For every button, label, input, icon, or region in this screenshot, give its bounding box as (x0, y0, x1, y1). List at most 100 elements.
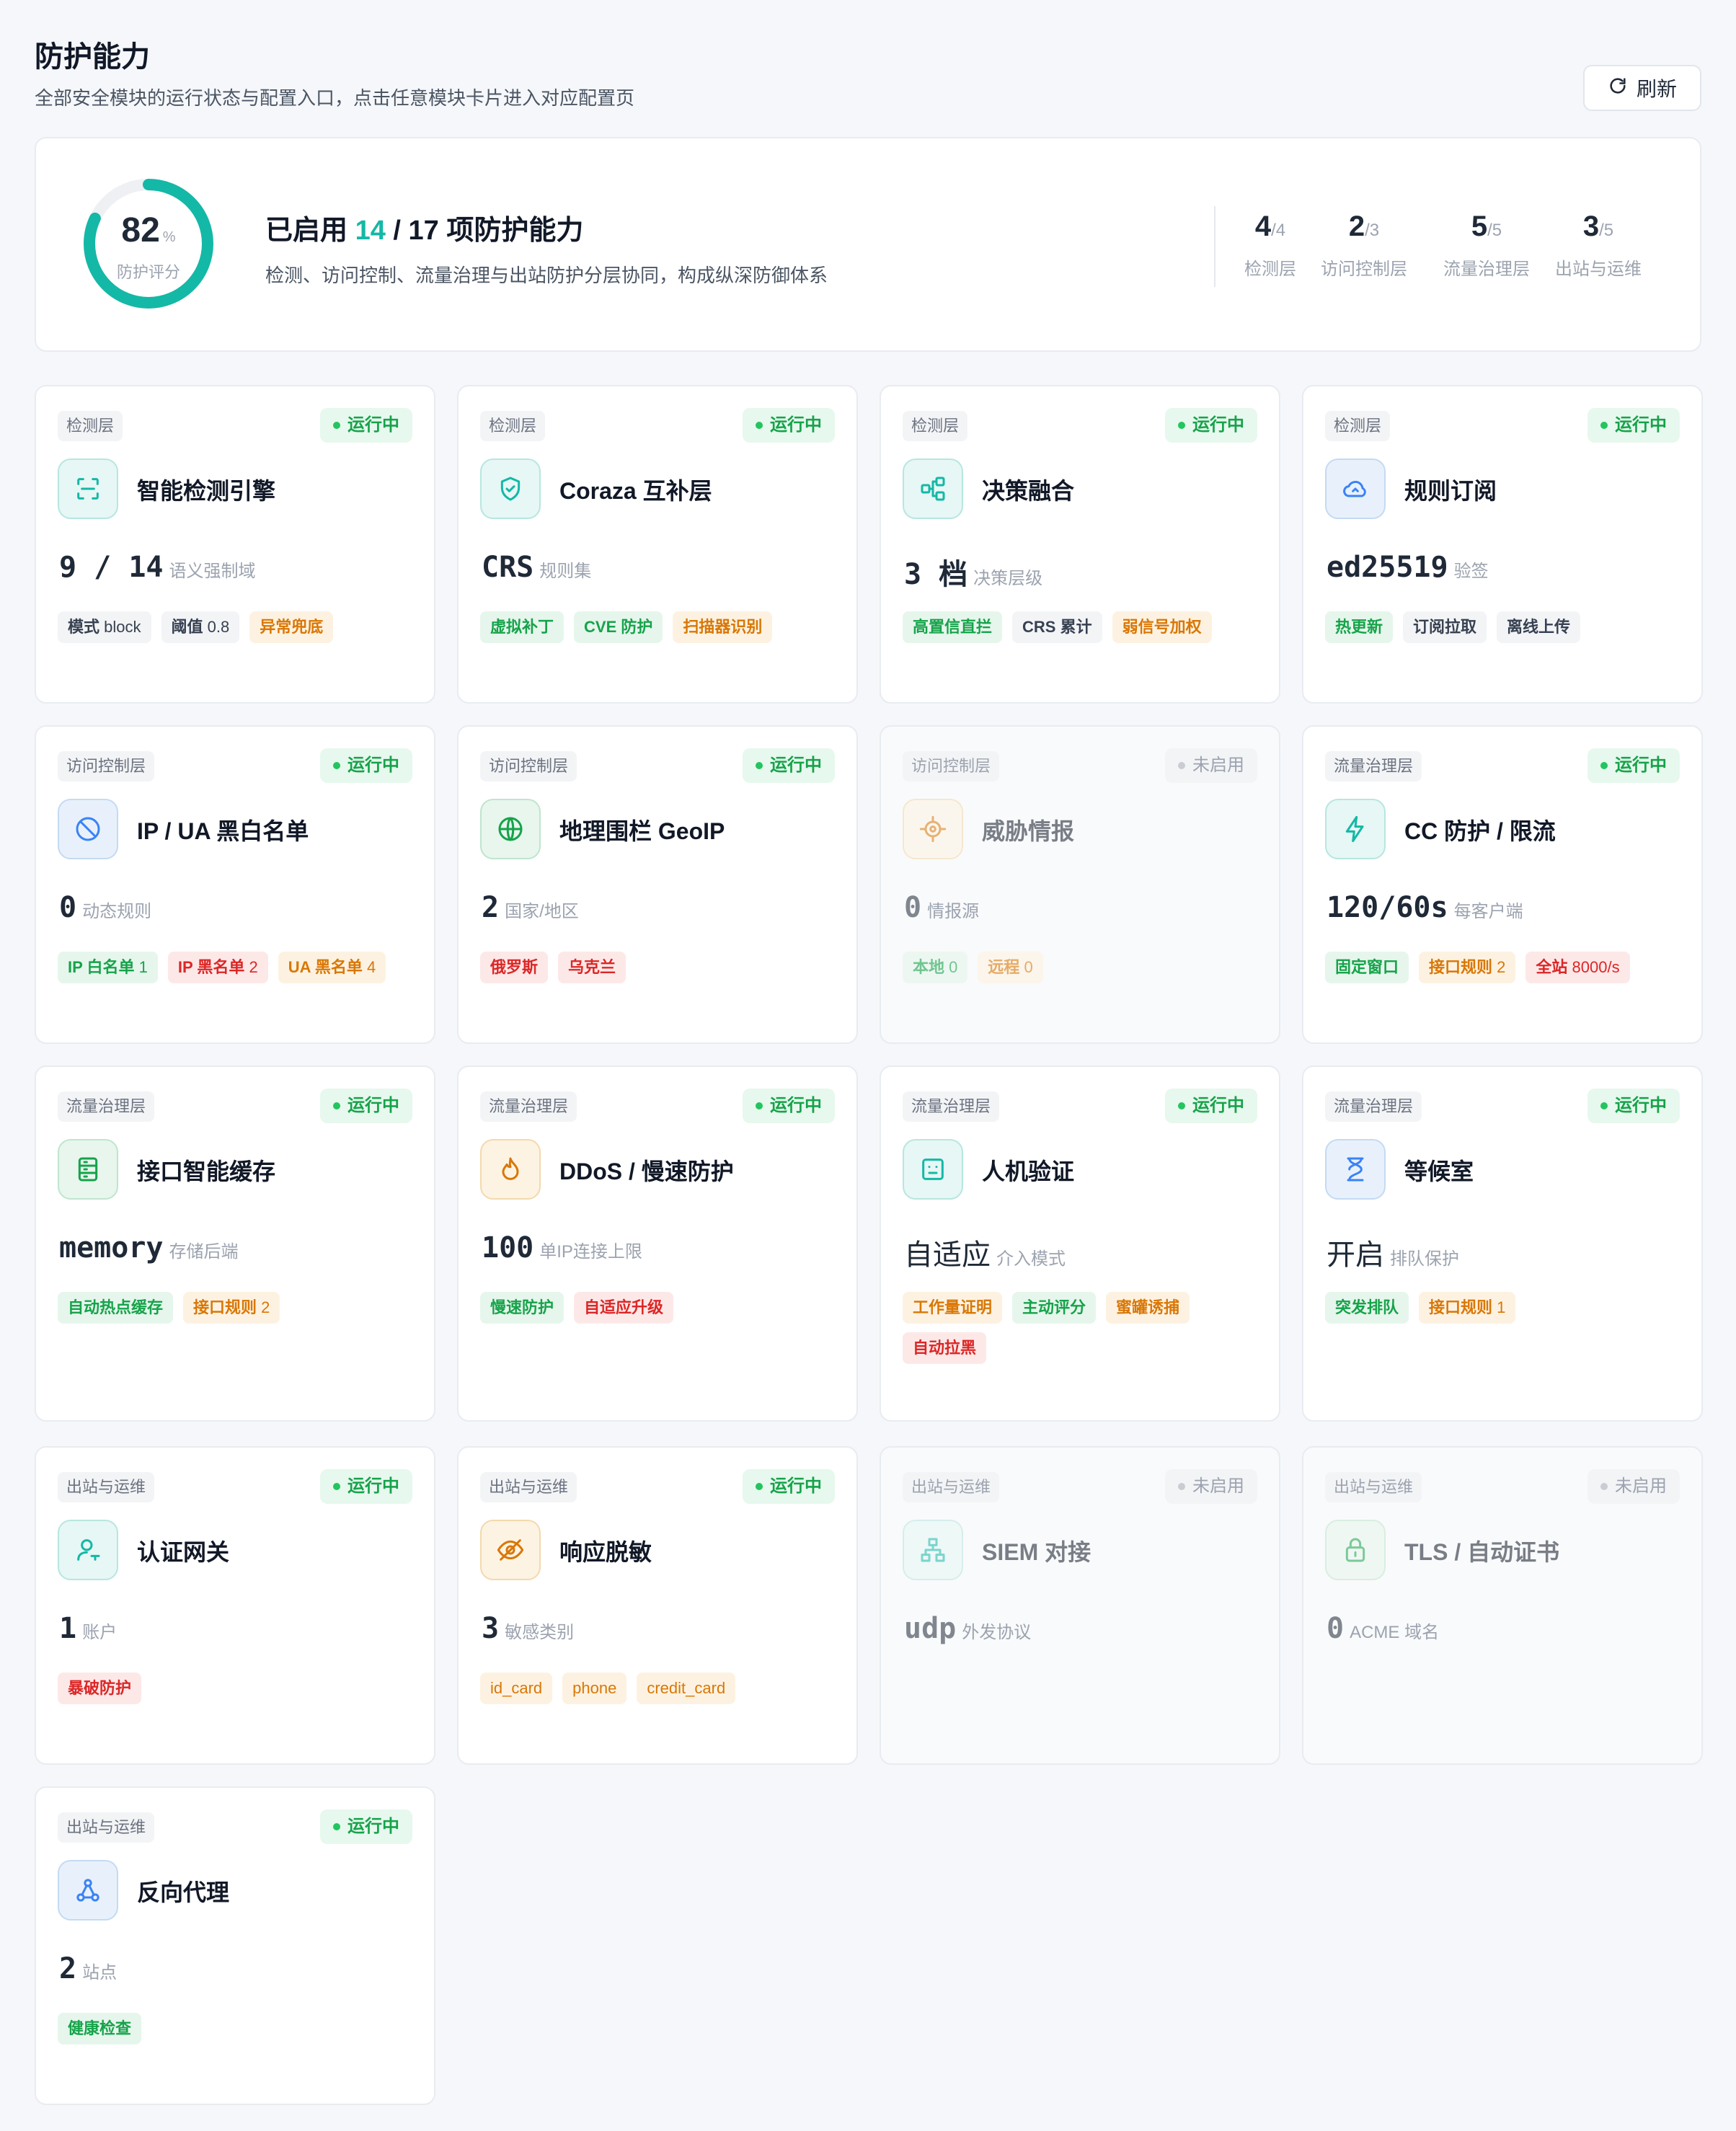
feature-tag: 虚拟补丁 (480, 611, 564, 643)
card-layer-tag: 检测层 (903, 411, 968, 441)
card-tags: 固定窗口 接口规则 2 全站 8000/s (1325, 952, 1684, 983)
card-title: DDoS / 慢速防护 (559, 1158, 734, 1184)
card-metric: 120/60s 每客户端 (1327, 891, 1523, 924)
layer-stat-label: 出站与运维 (1555, 260, 1642, 279)
metric-unit: ACME 域名 (1350, 1623, 1440, 1642)
module-card-geoip[interactable]: 访问控制层 运行中 地理围栏 GeoIP 2 国家/地区 俄罗斯 乌克兰 (457, 725, 858, 1044)
card-layer-tag: 流量治理层 (480, 1091, 577, 1122)
feature-tag: 接口规则 2 (183, 1292, 280, 1324)
card-title: 认证网关 (137, 1539, 230, 1565)
status-badge: 未启用 (1165, 1469, 1257, 1504)
status-dot (1178, 1102, 1185, 1109)
metric-value: ed25519 (1327, 551, 1448, 584)
layer-stat-value: 5 (1471, 211, 1488, 242)
card-metric: 3 敏感类别 (482, 1612, 574, 1645)
module-card-decision-fusion[interactable]: 检测层 运行中 决策融合 3 档决策层级 高置信直拦 CRS 累计 弱信号加权 (880, 385, 1280, 704)
database-icon (58, 1139, 118, 1200)
feature-tag: CRS 累计 (1012, 611, 1102, 643)
module-card-response-masking[interactable]: 出站与运维 运行中 响应脱敏 3 敏感类别 id_card phone credit_card (457, 1446, 858, 1765)
card-layer-tag: 出站与运维 (903, 1472, 1000, 1502)
feature-tag: IP 黑名单 2 (167, 952, 268, 983)
feature-tag: 蜜罐诱捕 (1106, 1292, 1190, 1324)
card-tags: id_card phone credit_card (480, 1673, 839, 1704)
feature-tag: CVE 防护 (574, 611, 663, 643)
status-dot (333, 1823, 340, 1830)
status-badge: 运行中 (743, 408, 835, 443)
status-badge: 运行中 (1587, 1089, 1680, 1123)
score-value: 82% (121, 211, 176, 249)
module-card-smart-detection[interactable]: 检测层 运行中 智能检测引擎 9 / 14 语义强制域 模式 block 阈值 0.8 异常兜… (35, 385, 435, 704)
layer-stat-value: 4 (1254, 211, 1272, 242)
card-title: 智能检测引擎 (137, 478, 276, 504)
metric-value: 3 档 (904, 558, 968, 591)
card-title: CC 防护 / 限流 (1404, 818, 1556, 844)
module-card-waiting-room[interactable]: 流量治理层 运行中 等候室 开启 排队保护 突发排队 接口规则 1 (1302, 1066, 1703, 1422)
metric-value: 自适应 (904, 1239, 991, 1272)
status-label: 运行中 (347, 1476, 399, 1496)
card-tags: 慢速防护 自适应升级 (480, 1292, 839, 1324)
card-tags: 模式 block 阈值 0.8 异常兜底 (58, 611, 417, 643)
metric-unit: 情报源 (927, 902, 980, 921)
module-card-auth-gateway[interactable]: 出站与运维 运行中 认证网关 1 账户 暴破防护 (35, 1446, 435, 1765)
feature-tag: 自动热点缓存 (58, 1292, 174, 1324)
feature-tag: IP 白名单 1 (58, 952, 158, 983)
card-layer-tag: 出站与运维 (1325, 1472, 1422, 1502)
card-metric: ed25519 验签 (1327, 551, 1489, 584)
card-metric: 自适应 介入模式 (904, 1231, 1066, 1273)
module-card-ddos-slow[interactable]: 流量治理层 运行中 DDoS / 慢速防护 100 单IP连接上限 慢速防护 自适应升级 (457, 1066, 858, 1422)
module-card-api-cache[interactable]: 流量治理层 运行中 接口智能缓存 memory 存储后端 自动热点缓存 接口规则 2 (35, 1066, 435, 1422)
score-ring: 82% 防护评分 (79, 174, 218, 313)
layer-stat-value: 2 (1348, 211, 1365, 242)
card-layer-tag: 流量治理层 (903, 1091, 1000, 1122)
status-dot (333, 422, 340, 429)
metric-value: 9 / 14 (59, 551, 164, 584)
metric-unit: 验签 (1453, 562, 1489, 581)
summary-divider (1214, 206, 1215, 287)
status-label: 运行中 (1615, 415, 1667, 435)
module-card-captcha[interactable]: 流量治理层 运行中 人机验证 自适应 介入模式 工作量证明 主动评分 蜜罐诱捕 自动拉黑 (880, 1066, 1280, 1422)
module-card-reverse-proxy[interactable]: 出站与运维 运行中 反向代理 2 站点 健康检查 (35, 1786, 435, 2105)
status-badge: 运行中 (1587, 748, 1680, 783)
card-metric: 0 动态规则 (59, 891, 151, 924)
eye-off-icon (480, 1520, 541, 1580)
status-badge: 未启用 (1165, 748, 1257, 783)
module-card-threat-intel[interactable]: 访问控制层 未启用 威胁情报 0 情报源 本地 0 远程 0 (880, 725, 1280, 1044)
card-title: Coraza 互补层 (559, 478, 712, 504)
module-card-cc-ratelimit[interactable]: 流量治理层 运行中 CC 防护 / 限流 120/60s 每客户端 固定窗口 接口规则 2 全… (1302, 725, 1703, 1044)
status-label: 运行中 (1615, 756, 1667, 775)
feature-tag: credit_card (637, 1673, 736, 1704)
status-label: 运行中 (347, 756, 399, 775)
metric-value: 2 (59, 1952, 77, 1985)
metric-unit: 排队保护 (1390, 1249, 1459, 1269)
card-layer-tag: 检测层 (58, 411, 123, 441)
metric-value: 开启 (1327, 1239, 1384, 1272)
summary-panel: 82% 防护评分 已启用 14 / 17 项防护能力 检测、访问控制、流量治理与… (35, 137, 1701, 352)
status-badge: 运行中 (320, 1089, 412, 1123)
status-badge: 运行中 (320, 748, 412, 783)
status-label: 运行中 (1615, 1096, 1667, 1115)
flame-icon (480, 1139, 541, 1200)
card-metric: 100 单IP连接上限 (482, 1231, 642, 1264)
status-badge: 运行中 (743, 748, 835, 783)
module-card-coraza[interactable]: 检测层 运行中 Coraza 互补层 CRS 规则集 虚拟补丁 CVE 防护 扫描器识别 (457, 385, 858, 704)
feature-tag: 异常兜底 (249, 611, 334, 643)
card-tags: 工作量证明 主动评分 蜜罐诱捕 自动拉黑 (903, 1292, 1262, 1364)
card-tags: 暴破防护 (58, 1673, 417, 1704)
feature-tag: 扫描器识别 (673, 611, 773, 643)
module-card-tls-acme[interactable]: 出站与运维 未启用 TLS / 自动证书 0 ACME 域名 (1302, 1446, 1703, 1765)
metric-value: 120/60s (1327, 891, 1448, 924)
card-tags: 自动热点缓存 接口规则 2 (58, 1292, 417, 1324)
feature-tag: 暴破防护 (58, 1673, 142, 1704)
refresh-button[interactable]: 刷新 (1583, 65, 1701, 111)
module-card-rule-subscription[interactable]: 检测层 运行中 规则订阅 ed25519 验签 热更新 订阅拉取 离线上传 (1302, 385, 1703, 704)
status-badge: 运行中 (743, 1469, 835, 1504)
status-dot (1178, 762, 1185, 769)
feature-tag: 主动评分 (1012, 1292, 1097, 1324)
layer-stat-total: /4 (1271, 221, 1286, 240)
module-card-ip-ua-list[interactable]: 访问控制层 运行中 IP / UA 黑白名单 0 动态规则 IP 白名单 1 IP 黑名单 … (35, 725, 435, 1044)
refresh-icon (1608, 76, 1628, 101)
feature-tag: 高置信直拦 (903, 611, 1003, 643)
page-subtitle: 全部安全模块的运行状态与配置入口，点击任意模块卡片进入对应配置页 (35, 87, 635, 109)
layer-stat-total: /5 (1487, 221, 1502, 240)
module-card-siem[interactable]: 出站与运维 未启用 SIEM 对接 udp 外发协议 (880, 1446, 1280, 1765)
